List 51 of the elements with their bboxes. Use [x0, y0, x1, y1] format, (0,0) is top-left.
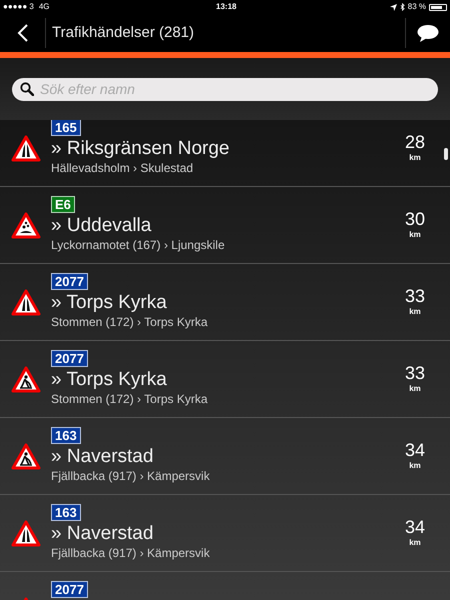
network-type: 4G — [38, 1, 50, 13]
distance-unit: km — [409, 537, 421, 549]
event-route: Fjällbacka (917) › Kämpersvik — [51, 469, 210, 484]
event-row[interactable]: 163 » Naverstad Fjällbacka (917) › Kämpersvik 34 km — [0, 495, 450, 572]
distance-value: 34 — [404, 440, 426, 460]
search-icon — [20, 82, 34, 96]
event-row[interactable]: 2077 » Torps Kyrka Stommen (172) › Torps Kyrka 33 km — [0, 341, 450, 418]
search-bar[interactable]: Sök efter namn — [12, 78, 438, 100]
distance-unit: km — [409, 229, 421, 241]
road-number-badge: E6 — [51, 196, 75, 213]
status-time: 13:18 — [216, 1, 236, 13]
distance-value: 33 — [404, 363, 426, 383]
distance-unit: km — [409, 460, 421, 472]
event-title: » Torps Kyrka — [51, 368, 167, 392]
road-number-badge: 165 — [51, 120, 81, 136]
scroll-indicator — [444, 148, 448, 160]
distance-unit: km — [409, 306, 421, 318]
event-title: » Uddevalla — [51, 214, 152, 238]
distance-value: 28 — [404, 132, 426, 152]
event-title: » Torps Kyrka — [51, 291, 167, 315]
event-row[interactable]: 2077 — [0, 572, 450, 600]
distance-unit: km — [409, 152, 421, 164]
distance-value: 30 — [404, 209, 426, 229]
event-route: Stommen (172) › Torps Kyrka — [51, 392, 208, 407]
event-row[interactable]: 163 » Naverstad Fjällbacka (917) › Kämpersvik 34 km — [0, 418, 450, 495]
road-number-badge: 2077 — [51, 581, 88, 598]
back-chevron-icon — [16, 24, 28, 42]
event-route: Stommen (172) › Torps Kyrka — [51, 315, 208, 330]
distance-value: 34 — [404, 517, 426, 537]
event-route: Fjällbacka (917) › Kämpersvik — [51, 546, 210, 561]
event-route: Lyckornamotet (167) › Ljungskile — [51, 238, 225, 253]
screen-title: Trafikhändelser (281) — [52, 22, 196, 43]
road-number-badge: 163 — [51, 427, 81, 444]
event-title: » Naverstad — [51, 522, 154, 546]
event-row[interactable]: E6 » Uddevalla Lyckornamotet (167) › Ljungskile 30 km — [0, 187, 450, 264]
location-icon — [390, 4, 397, 10]
distance-value: 33 — [404, 286, 426, 306]
bluetooth-icon — [400, 3, 405, 11]
battery-percent: 83 % — [408, 1, 426, 13]
carrier-signal: ●●●●● 3 — [3, 1, 34, 13]
battery-icon — [429, 4, 447, 10]
road-number-badge: 2077 — [51, 273, 88, 290]
event-title: » Naverstad — [51, 445, 154, 469]
speech-bubble-icon — [417, 24, 439, 42]
event-row[interactable]: 165 » Riksgränsen Norge Hällevadsholm › Skulestad 28 km — [0, 120, 450, 187]
road-number-badge: 163 — [51, 504, 81, 521]
road-number-badge: 2077 — [51, 350, 88, 367]
event-title: » Riksgränsen Norge — [51, 137, 230, 161]
distance-unit: km — [409, 383, 421, 395]
event-row[interactable]: 2077 » Torps Kyrka Stommen (172) › Torps Kyrka 33 km — [0, 264, 450, 341]
event-route: Hällevadsholm › Skulestad — [51, 161, 194, 176]
